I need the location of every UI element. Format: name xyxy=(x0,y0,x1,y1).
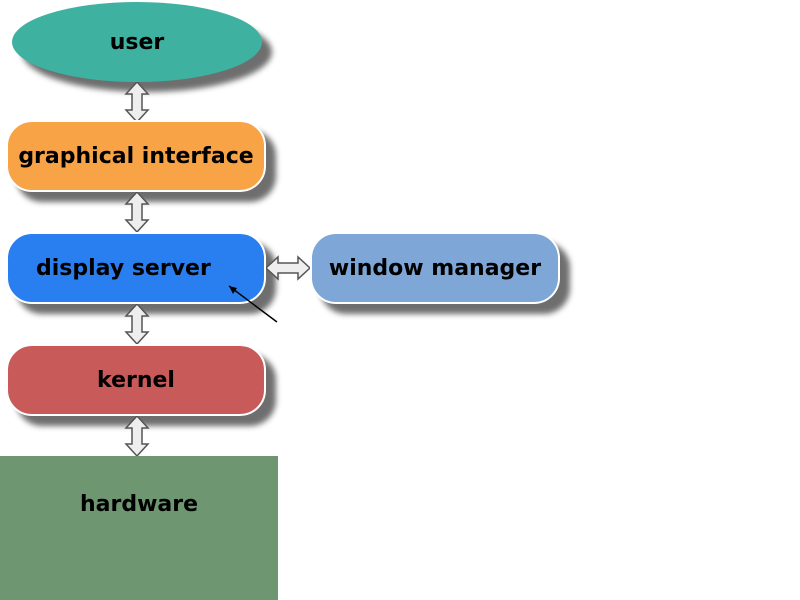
arrow-display-kernel xyxy=(124,304,150,344)
kernel-node: kernel xyxy=(6,344,266,416)
arrow-gui-display xyxy=(124,192,150,232)
arrow-kernel-hw xyxy=(124,416,150,456)
arrow-display-wm xyxy=(266,255,310,281)
hw-label: hardware xyxy=(80,492,198,517)
wm-node: window manager xyxy=(310,232,560,304)
user-node: user xyxy=(12,2,262,82)
gui-node: graphical interface xyxy=(6,120,266,192)
arrow-annotation xyxy=(223,282,283,330)
display-label: display server xyxy=(36,256,211,281)
user-label: user xyxy=(110,30,165,55)
hw-node: hardware xyxy=(0,456,278,600)
kernel-label: kernel xyxy=(97,368,175,393)
gui-label: graphical interface xyxy=(18,144,253,169)
arrow-user-gui xyxy=(124,82,150,122)
wm-label: window manager xyxy=(329,256,541,281)
